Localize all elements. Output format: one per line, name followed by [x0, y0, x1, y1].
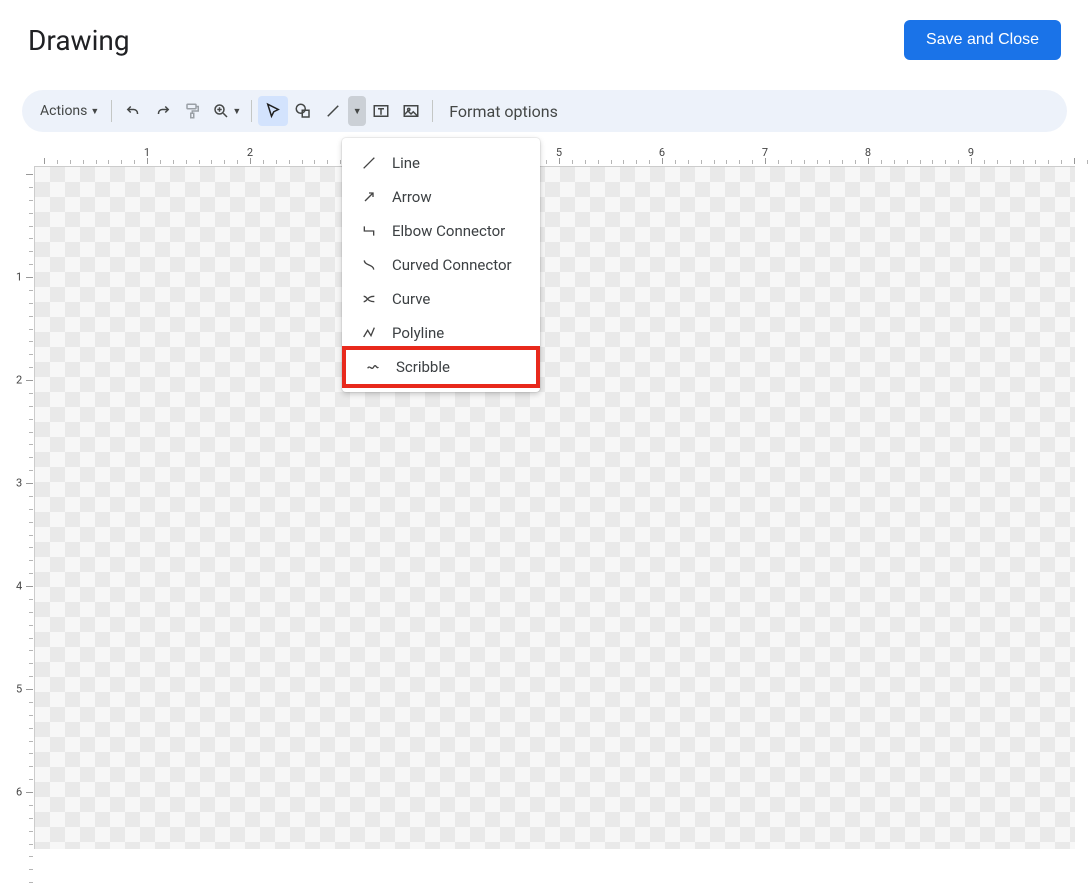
- line-tool-menu: Line Arrow Elbow Connector Curved Connector…: [342, 138, 540, 392]
- horizontal-ruler: 123456789: [34, 148, 1075, 166]
- toolbar-separator: [432, 100, 433, 122]
- menu-item-label: Polyline: [392, 324, 444, 342]
- ruler-number: 3: [16, 477, 22, 490]
- ruler-number: 4: [16, 580, 22, 593]
- menu-item-label: Scribble: [396, 358, 450, 376]
- elbow-connector-icon: [360, 222, 378, 240]
- zoom-button[interactable]: ▼: [208, 96, 245, 126]
- ruler-number: 1: [16, 271, 22, 284]
- dialog-title: Drawing: [28, 24, 130, 57]
- ruler-number: 2: [16, 374, 22, 387]
- menu-item-arrow[interactable]: Arrow: [342, 180, 540, 214]
- line-icon: [324, 102, 342, 120]
- scribble-icon: [364, 358, 382, 376]
- text-box-icon: [372, 102, 390, 120]
- menu-item-label: Arrow: [392, 188, 432, 206]
- line-icon: [360, 154, 378, 172]
- curve-icon: [360, 290, 378, 308]
- menu-item-curved-connector[interactable]: Curved Connector: [342, 248, 540, 282]
- menu-item-label: Curved Connector: [392, 256, 512, 274]
- text-box-button[interactable]: [366, 96, 396, 126]
- zoom-icon: [212, 102, 230, 120]
- undo-icon: [124, 102, 142, 120]
- caret-down-icon: ▼: [232, 106, 241, 117]
- menu-item-elbow-connector[interactable]: Elbow Connector: [342, 214, 540, 248]
- select-tool-button[interactable]: [258, 96, 288, 126]
- line-tool-dropdown-button[interactable]: ▼: [348, 96, 366, 126]
- curved-connector-icon: [360, 256, 378, 274]
- paint-roller-icon: [184, 102, 202, 120]
- ruler-number: 6: [16, 786, 22, 799]
- menu-item-label: Curve: [392, 290, 430, 308]
- menu-item-curve[interactable]: Curve: [342, 282, 540, 316]
- menu-item-polyline[interactable]: Polyline: [342, 316, 540, 350]
- line-tool-button[interactable]: [318, 96, 348, 126]
- save-and-close-button[interactable]: Save and Close: [904, 20, 1061, 60]
- menu-item-label: Line: [392, 154, 420, 172]
- menu-item-line[interactable]: Line: [342, 146, 540, 180]
- polyline-icon: [360, 324, 378, 342]
- undo-button[interactable]: [118, 96, 148, 126]
- drawing-canvas[interactable]: [34, 166, 1075, 849]
- ruler-number: 5: [16, 683, 22, 696]
- caret-down-icon: ▼: [353, 106, 362, 117]
- cursor-icon: [264, 102, 282, 120]
- dialog-header: Drawing Save and Close: [0, 0, 1089, 72]
- actions-menu-button[interactable]: Actions ▼: [32, 96, 105, 126]
- toolbar-separator: [251, 100, 252, 122]
- vertical-ruler: 1 2 3 4 5 6: [14, 166, 34, 849]
- toolbar: Actions ▼ ▼ ▼: [22, 90, 1067, 132]
- menu-item-label: Elbow Connector: [392, 222, 505, 240]
- arrow-icon: [360, 188, 378, 206]
- image-button[interactable]: [396, 96, 426, 126]
- paint-format-button[interactable]: [178, 96, 208, 126]
- shape-tool-button[interactable]: [288, 96, 318, 126]
- workspace: 123456789 1 2 3 4 5 6: [14, 148, 1075, 849]
- toolbar-separator: [111, 100, 112, 122]
- actions-label: Actions: [40, 103, 87, 119]
- redo-button[interactable]: [148, 96, 178, 126]
- caret-down-icon: ▼: [90, 106, 99, 117]
- menu-item-scribble[interactable]: Scribble: [342, 346, 540, 388]
- image-icon: [402, 102, 420, 120]
- format-options-button[interactable]: Format options: [439, 102, 568, 121]
- shapes-icon: [294, 102, 312, 120]
- redo-icon: [154, 102, 172, 120]
